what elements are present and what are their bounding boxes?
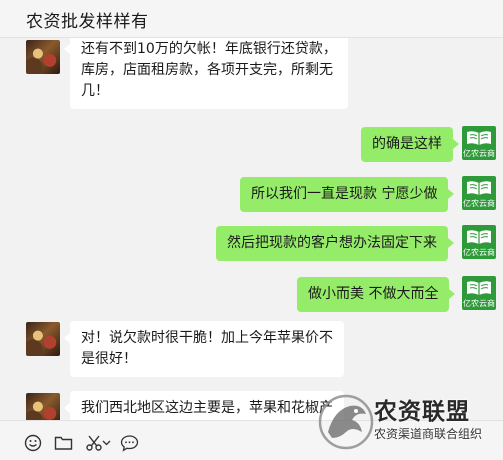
avatar-brand-text: 亿农云商 (463, 299, 495, 308)
self-avatar[interactable]: 亿农云商 (462, 176, 496, 210)
message-bubble-outgoing[interactable]: 然后把现款的客户想办法固定下来 (216, 226, 454, 261)
chat-title: 农资批发样样有 (26, 12, 149, 32)
message-text: 是很好！ (81, 351, 137, 367)
message-bubble-incoming[interactable]: 还有不到10万的欠帐！年底银行还贷款， 库房，店面租房款，各项开支完，所剩无 几… (64, 38, 348, 109)
book-logo-icon (467, 230, 491, 244)
message-bubble-outgoing[interactable]: 所以我们一直是现款 宁愿少做 (240, 177, 455, 212)
message-text: 几！ (81, 83, 109, 99)
book-logo-icon (467, 281, 491, 295)
message-text: 库房，店面租房款，各项开支完，所剩无 (81, 62, 333, 78)
avatar-brand-text: 亿农云商 (463, 149, 495, 158)
message-text: 所以我们一直是现款 宁愿少做 (251, 186, 438, 202)
chat-header: 农资批发样样有 (0, 0, 503, 38)
message-bubble-outgoing[interactable]: 的确是这样 (361, 127, 459, 162)
avatar-brand-text: 亿农云商 (463, 199, 495, 208)
book-logo-icon (467, 181, 491, 195)
avatar-brand-text: 亿农云商 (463, 248, 495, 257)
self-avatar[interactable]: 亿农云商 (462, 276, 496, 310)
chat-bubble-icon[interactable] (118, 433, 140, 453)
message-text: 然后把现款的客户想办法固定下来 (227, 235, 437, 251)
message-text: 对！说欠款时很干脆！加上今年苹果价不 (81, 330, 333, 346)
book-logo-icon (467, 131, 491, 145)
self-avatar[interactable]: 亿农云商 (462, 126, 496, 160)
message-bubble-incoming[interactable]: 对！说欠款时很干脆！加上今年苹果价不 是很好！ (64, 321, 344, 377)
self-avatar[interactable]: 亿农云商 (462, 225, 496, 259)
folder-icon[interactable] (52, 433, 74, 453)
message-text: 我们西北地区这边主要是，苹果和花椒产 (81, 400, 333, 416)
contact-avatar[interactable] (26, 322, 60, 356)
contact-avatar[interactable] (26, 393, 60, 420)
message-text: 还有不到10万的欠帐！年底银行还贷款， (81, 41, 337, 57)
contact-avatar[interactable] (26, 40, 60, 74)
chevron-down-icon[interactable] (100, 433, 112, 453)
input-toolbar (0, 420, 503, 460)
message-text: 的确是这样 (372, 136, 442, 152)
message-bubble-outgoing[interactable]: 做小而美 不做大而全 (297, 277, 456, 312)
message-text: 做小而美 不做大而全 (308, 286, 439, 302)
message-list[interactable]: 还有不到10万的欠帐！年底银行还贷款， 库房，店面租房款，各项开支完，所剩无 几… (0, 38, 503, 420)
emoji-icon[interactable] (22, 433, 44, 453)
message-bubble-incoming[interactable]: 我们西北地区这边主要是，苹果和花椒产 (64, 391, 344, 420)
